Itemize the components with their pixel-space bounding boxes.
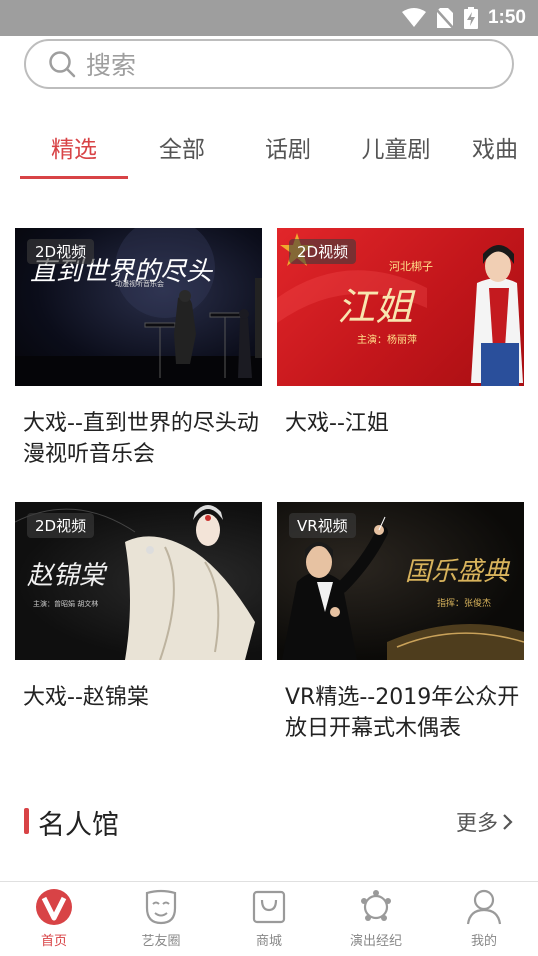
- tab-opera[interactable]: 戏曲: [472, 124, 538, 180]
- search-placeholder: 搜索: [86, 51, 137, 80]
- nav-label: 艺友圈: [141, 934, 181, 949]
- video-title[interactable]: 大戏--直到世界的尽头动漫视听音乐会: [23, 408, 273, 470]
- battery-charging-icon: [463, 7, 478, 29]
- thumb-subtitle: 指挥：张俊杰: [437, 597, 491, 609]
- thumb-title: 赵锦棠: [27, 561, 108, 591]
- no-sim-icon: [435, 8, 454, 29]
- nav-label: 我的: [470, 934, 497, 949]
- thumb-title: 国乐盛典: [405, 557, 511, 587]
- video-type-badge: 2D视频: [27, 513, 95, 538]
- video-title[interactable]: 大戏--赵锦棠: [23, 682, 273, 713]
- video-thumbnail[interactable]: 河北梆子 江姐 主演：杨丽萍 2D视频: [277, 228, 524, 386]
- video-thumbnail[interactable]: 直到世界的尽头 动漫视听音乐会 2D视频: [15, 228, 262, 386]
- nav-home[interactable]: 首页: [9, 888, 99, 949]
- tab-drama[interactable]: 话剧: [238, 124, 338, 180]
- chevron-right-icon: [503, 814, 513, 830]
- video-thumbnail[interactable]: 国乐盛典 指挥：张俊杰 VR视频: [277, 502, 524, 660]
- search-icon: [49, 51, 76, 78]
- thumb-title: 江姐: [337, 285, 416, 329]
- tab-children-drama[interactable]: 儿童剧: [346, 124, 446, 180]
- section-marker: [24, 808, 29, 834]
- video-title[interactable]: VR精选--2019年公众开放日开幕式木偶表: [285, 682, 535, 744]
- video-type-badge: VR视频: [289, 513, 356, 538]
- nav-mine[interactable]: 我的: [439, 888, 529, 949]
- shopping-bag-icon: [252, 890, 286, 924]
- video-type-badge: 2D视频: [27, 239, 95, 264]
- agency-icon: [361, 890, 391, 921]
- tab-active-indicator: [20, 176, 128, 179]
- section-title: 名人馆: [38, 810, 119, 841]
- thumb-subtitle: 主演：杨丽萍: [357, 333, 417, 346]
- nav-fans-circle[interactable]: 艺友圈: [116, 888, 206, 949]
- user-icon: [466, 889, 502, 925]
- search-input[interactable]: 搜索: [24, 39, 514, 89]
- tab-featured[interactable]: 精选: [24, 124, 124, 180]
- nav-agency[interactable]: 演出经纪: [331, 888, 421, 949]
- status-time: 1:50: [487, 7, 526, 28]
- thumb-top: 河北梆子: [389, 260, 433, 273]
- more-label: 更多: [456, 811, 498, 835]
- wifi-icon: [401, 8, 426, 27]
- video-title[interactable]: 大戏--江姐: [285, 408, 535, 439]
- thumb-subtitle: 动漫视听音乐会: [115, 279, 164, 288]
- status-bar: 1:50: [0, 0, 538, 36]
- status-icons: 1:50: [401, 6, 526, 30]
- bottom-navigation: 首页 艺友圈 商城 演出经纪 我的: [0, 881, 538, 956]
- video-type-badge: 2D视频: [289, 239, 357, 264]
- nav-label: 首页: [40, 934, 67, 949]
- category-tabs: 精选 全部 话剧 儿童剧 戏曲: [0, 124, 538, 180]
- tab-all[interactable]: 全部: [132, 124, 232, 180]
- home-v-icon: [36, 889, 72, 925]
- nav-label: 演出经纪: [349, 934, 402, 949]
- mask-icon: [145, 889, 177, 925]
- nav-shop[interactable]: 商城: [224, 888, 314, 949]
- more-link[interactable]: 更多: [456, 807, 514, 837]
- thumb-subtitle: 主演：曾昭娟 胡文林: [33, 599, 98, 608]
- nav-label: 商城: [255, 934, 282, 949]
- video-thumbnail[interactable]: 赵锦棠 主演：曾昭娟 胡文林 2D视频: [15, 502, 262, 660]
